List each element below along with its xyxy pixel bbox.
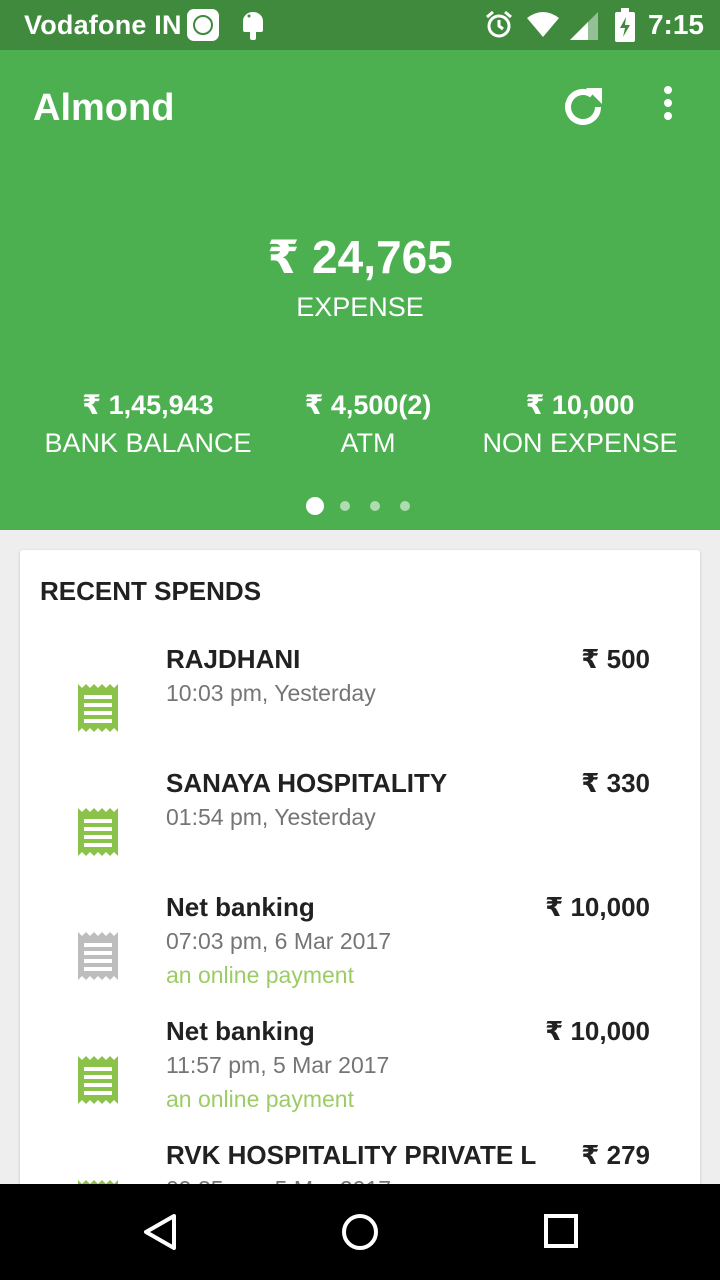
spend-time: 01:54 pm, Yesterday bbox=[166, 804, 376, 830]
home-icon[interactable] bbox=[340, 1212, 380, 1257]
pager-dot-1[interactable] bbox=[306, 497, 324, 515]
overflow-menu-icon[interactable] bbox=[664, 86, 672, 125]
battery-icon bbox=[614, 8, 636, 47]
spend-name: RVK HOSPITALITY PRIVATE L bbox=[166, 1140, 537, 1170]
spend-name: Net banking bbox=[166, 892, 315, 922]
recent-spends-card: RECENT SPENDS RAJDHANI 10:03 pm, Yesterd… bbox=[20, 550, 700, 1228]
spend-note: an online payment bbox=[166, 962, 354, 988]
mi-icon bbox=[187, 9, 219, 41]
spend-row[interactable]: Net banking 07:03 pm, 6 Mar 2017 an onli… bbox=[20, 892, 700, 1016]
spend-row[interactable]: RAJDHANI 10:03 pm, Yesterday ₹ 500 bbox=[20, 644, 700, 768]
receipt-icon bbox=[76, 684, 120, 737]
spend-name: RAJDHANI bbox=[166, 644, 301, 674]
android-icon bbox=[240, 10, 266, 45]
atm-value: ₹ 4,500(2) bbox=[304, 390, 432, 420]
atm-stat[interactable]: ₹ 4,500(2) ATM bbox=[248, 390, 488, 459]
pager-dot-4[interactable] bbox=[400, 501, 410, 511]
pager-indicator[interactable] bbox=[0, 497, 720, 515]
carrier-name: Vodafone IN bbox=[24, 10, 182, 40]
spend-time: 10:03 pm, Yesterday bbox=[166, 680, 376, 706]
expense-label: EXPENSE bbox=[296, 292, 424, 322]
recents-icon[interactable] bbox=[542, 1212, 582, 1257]
back-icon[interactable] bbox=[140, 1212, 180, 1257]
spend-amount: ₹ 10,000 bbox=[545, 1016, 650, 1046]
spend-amount: ₹ 279 bbox=[581, 1140, 650, 1170]
expense-amount: ₹ 24,765 bbox=[267, 231, 453, 283]
spend-name: SANAYA HOSPITALITY bbox=[166, 768, 448, 798]
signal-icon bbox=[568, 10, 598, 45]
clock: 7:15 bbox=[647, 9, 704, 40]
spend-amount: ₹ 10,000 bbox=[545, 892, 650, 922]
alarm-icon bbox=[484, 10, 514, 45]
receipt-icon bbox=[76, 808, 120, 861]
spend-name: Net banking bbox=[166, 1016, 315, 1046]
app-title: Almond bbox=[33, 87, 175, 129]
bank-balance-value: ₹ 1,45,943 bbox=[82, 390, 214, 420]
bank-balance-stat[interactable]: ₹ 1,45,943 BANK BALANCE bbox=[28, 390, 268, 459]
pager-dot-2[interactable] bbox=[340, 501, 350, 511]
recent-spends-title: RECENT SPENDS bbox=[40, 576, 262, 606]
status-bar: Vodafone IN 7:15 bbox=[0, 0, 720, 50]
refresh-icon[interactable] bbox=[558, 82, 608, 137]
atm-label: ATM bbox=[340, 428, 396, 458]
spend-time: 11:57 pm, 5 Mar 2017 bbox=[166, 1052, 390, 1078]
spend-row[interactable]: SANAYA HOSPITALITY 01:54 pm, Yesterday ₹… bbox=[20, 768, 700, 892]
app-header: Almond ₹ 24,765 EXPENSE ₹ 1,45,943 BANK … bbox=[0, 50, 720, 530]
spend-row[interactable]: Net banking 11:57 pm, 5 Mar 2017 an onli… bbox=[20, 1016, 700, 1140]
receipt-icon bbox=[76, 932, 120, 985]
spend-note: an online payment bbox=[166, 1086, 354, 1112]
non-expense-value: ₹ 10,000 bbox=[525, 390, 635, 420]
bank-balance-label: BANK BALANCE bbox=[44, 428, 252, 458]
non-expense-label: NON EXPENSE bbox=[482, 428, 678, 458]
system-nav-bar bbox=[0, 1184, 720, 1280]
pager-dot-3[interactable] bbox=[370, 501, 380, 511]
wifi-icon bbox=[526, 11, 560, 42]
spend-amount: ₹ 500 bbox=[581, 644, 650, 674]
spend-amount: ₹ 330 bbox=[581, 768, 650, 798]
receipt-icon bbox=[76, 1056, 120, 1109]
non-expense-stat[interactable]: ₹ 10,000 NON EXPENSE bbox=[460, 390, 700, 459]
spend-time: 07:03 pm, 6 Mar 2017 bbox=[166, 928, 392, 954]
